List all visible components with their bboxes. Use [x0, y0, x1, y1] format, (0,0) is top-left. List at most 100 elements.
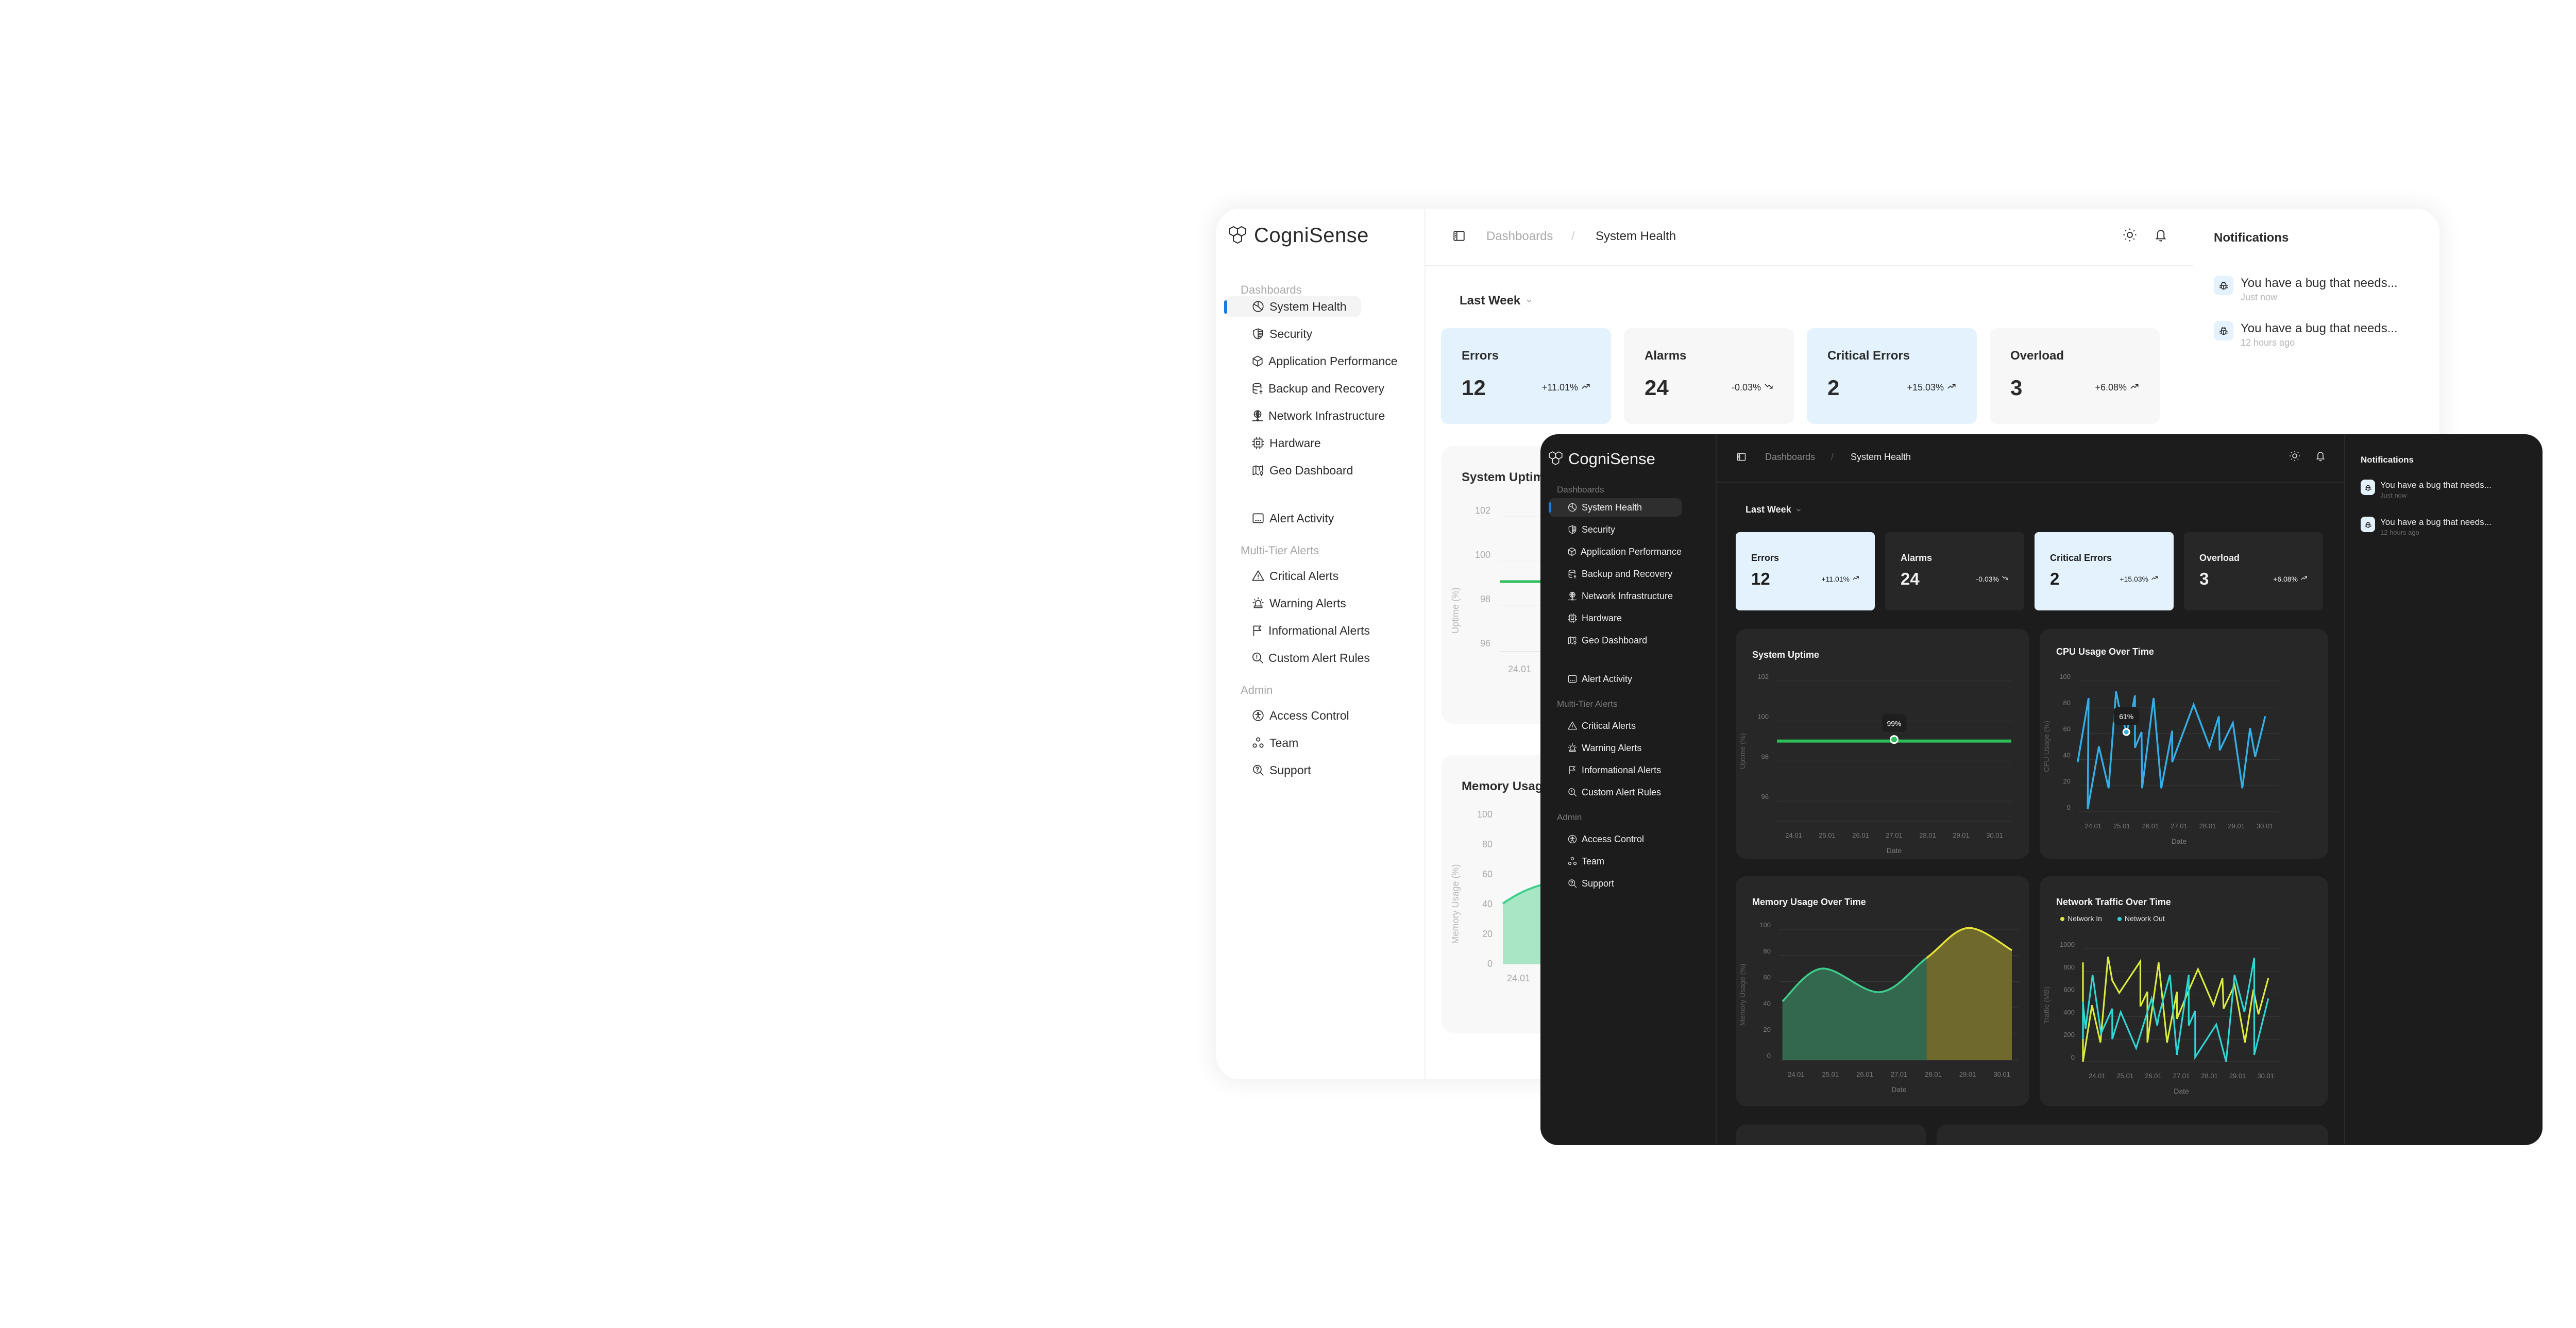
memory-chart: 0 20 40 60 80 100 24.01 25.01 26.01 27.01 28.01 29.…	[1738, 921, 2019, 1094]
notification-text: You have a bug that needs...	[2241, 321, 2398, 335]
bell-icon[interactable]	[2314, 450, 2327, 465]
stat-value: 3	[2010, 376, 2023, 400]
sidebar-item-custom-alert-rules[interactable]: Custom Alert Rules	[1225, 648, 1370, 668]
sidebar-item-informational-alerts[interactable]: Informational Alerts	[1549, 761, 1682, 779]
x-tick-label: 30.01	[1986, 831, 2003, 839]
y-axis-label: Memory Usage (%)	[1450, 864, 1461, 944]
x-tick-label: 24.01	[1785, 831, 1802, 839]
search-help-icon	[1251, 763, 1265, 777]
sidebar-item-informational-alerts[interactable]: Informational Alerts	[1225, 620, 1370, 641]
network-chart: 0 200 400 600 800 1000 24.01 25.01 26.01 27.01 28.…	[2042, 941, 2280, 1095]
x-tick-label: 28.01	[2199, 822, 2216, 830]
sidebar-item-warning-alerts[interactable]: Warning Alerts	[1225, 593, 1361, 614]
y-tick-label: 98	[1761, 753, 1769, 760]
cube-icon	[1251, 354, 1264, 368]
date-range-dropdown[interactable]: Last Week	[1460, 294, 1533, 308]
logo[interactable]: CogniSense	[1548, 450, 1655, 468]
sidebar-item-system-health[interactable]: System Health	[1224, 296, 1361, 317]
sidebar-item-support[interactable]: Support	[1549, 874, 1682, 893]
sidebar-toggle-icon[interactable]	[1736, 452, 1747, 465]
sun-icon[interactable]	[2122, 227, 2138, 245]
sidebar-item-hardware[interactable]: Hardware	[1225, 433, 1361, 453]
date-range-value: Last Week	[1745, 504, 1791, 515]
sidebar-item-access-control[interactable]: Access Control	[1225, 705, 1361, 726]
sidebar-item-application-performance[interactable]: Application Performance	[1225, 351, 1398, 371]
x-tick-label: 30.01	[2257, 822, 2274, 830]
y-axis-label: Uptime (%)	[1450, 587, 1461, 634]
search-help-icon	[1566, 877, 1579, 890]
notification-item[interactable]: You have a bug that needs... 12 hours ago	[2214, 321, 2398, 349]
sidebar-item-alert-activity[interactable]: Alert Activity	[1225, 508, 1361, 529]
sidebar-item-backup-and-recovery[interactable]: Backup and Recovery	[1549, 565, 1682, 583]
breadcrumb-dashboards[interactable]: Dashboards	[1486, 229, 1553, 244]
x-tick-label: 28.01	[1925, 1070, 1942, 1078]
siren-icon	[1251, 596, 1265, 610]
sidebar-item-label: System Health	[1582, 502, 1642, 513]
logo-hexagons-icon	[1549, 451, 1563, 465]
x-axis-label: Date	[2174, 1087, 2189, 1095]
notification-item[interactable]: You have a bug that needs... Just now	[2214, 276, 2398, 303]
sidebar-item-geo-dashboard[interactable]: Geo Dashboard	[1549, 631, 1682, 650]
y-tick: 98	[1480, 594, 1490, 604]
y-tick: 96	[1480, 638, 1490, 649]
sidebar-item-system-health[interactable]: System Health	[1549, 498, 1682, 517]
bug-icon	[2214, 276, 2233, 295]
stat-value: 24	[1901, 569, 1920, 588]
logo[interactable]: CogniSense	[1227, 224, 1369, 247]
sidebar-item-critical-alerts[interactable]: Critical Alerts	[1549, 717, 1682, 735]
breadcrumb-separator: /	[1831, 452, 1834, 462]
sidebar-item-security[interactable]: Security	[1549, 520, 1682, 539]
x-tick-label: 29.01	[1959, 1070, 1976, 1078]
stat-card-errors[interactable]: Errors 12 +11.01%	[1441, 328, 1611, 424]
stat-card-alarms[interactable]: Alarms 24 -0.03%	[1885, 532, 2024, 610]
bug-icon	[2214, 321, 2233, 340]
x-tick-label: 26.01	[2142, 822, 2159, 830]
database-upload-icon	[1251, 381, 1264, 396]
breadcrumb-dashboards[interactable]: Dashboards	[1765, 452, 1815, 463]
date-range-dropdown[interactable]: Last Week	[1745, 504, 1802, 515]
stat-card-critical-errors[interactable]: Critical Errors 2 +15.03%	[2035, 532, 2174, 610]
sidebar-item-access-control[interactable]: Access Control	[1549, 830, 1682, 848]
sidebar-item-hardware[interactable]: Hardware	[1549, 609, 1682, 627]
x-axis-label: Date	[2172, 837, 2187, 845]
y-tick-label: 0	[1767, 1052, 1771, 1060]
stat-delta-value: -0.03%	[1976, 574, 1999, 583]
stat-card-overload[interactable]: Overload 3 +6.08%	[2184, 532, 2323, 610]
notification-item[interactable]: You have a bug that needs... 12 hours ago	[2361, 517, 2492, 537]
stat-card-errors[interactable]: Errors 12 +11.01%	[1736, 532, 1875, 610]
sun-icon[interactable]	[2289, 450, 2301, 465]
notification-item[interactable]: You have a bug that needs... Just now	[2361, 480, 2492, 500]
sidebar-item-label: Team	[1269, 736, 1299, 750]
sidebar-item-label: Critical Alerts	[1582, 720, 1636, 731]
stat-title: Critical Errors	[1827, 349, 1910, 363]
y-tick: 80	[1482, 839, 1493, 849]
sidebar-item-network-infrastructure[interactable]: Network Infrastructure	[1225, 405, 1385, 426]
sidebar-item-team[interactable]: Team	[1549, 852, 1682, 871]
sidebar-item-geo-dashboard[interactable]: Geo Dashboard	[1225, 460, 1361, 481]
sidebar-item-alert-activity[interactable]: Alert Activity	[1549, 670, 1682, 688]
uptime-chart: 96 98 100 102 24.01 25.01 26.01 27.01 28.01 29.01…	[1738, 673, 2011, 855]
bell-icon[interactable]	[2153, 227, 2168, 245]
trend-up-icon	[2130, 382, 2139, 394]
flag-icon	[1251, 623, 1264, 638]
sidebar-item-custom-alert-rules[interactable]: Custom Alert Rules	[1549, 783, 1682, 802]
cube-icon	[1566, 546, 1578, 558]
sidebar-item-warning-alerts[interactable]: Warning Alerts	[1549, 739, 1682, 757]
sidebar-item-security[interactable]: Security	[1225, 324, 1361, 344]
sidebar-item-backup-and-recovery[interactable]: Backup and Recovery	[1225, 378, 1384, 399]
sidebar-item-critical-alerts[interactable]: Critical Alerts	[1225, 566, 1361, 586]
warning-triangle-icon	[1251, 569, 1265, 583]
sidebar-item-application-performance[interactable]: Application Performance	[1549, 542, 1682, 561]
sidebar-item-team[interactable]: Team	[1225, 733, 1361, 753]
x-tick: 24.01	[1507, 973, 1530, 983]
sidebar-item-network-infrastructure[interactable]: Network Infrastructure	[1549, 587, 1682, 605]
globe-network-icon	[1251, 408, 1264, 423]
sidebar-item-label: Alert Activity	[1269, 511, 1334, 525]
sidebar-item-support[interactable]: Support	[1225, 760, 1361, 780]
stat-card-critical-errors[interactable]: Critical Errors 2 +15.03%	[1807, 328, 1977, 424]
sidebar-toggle-icon[interactable]	[1452, 229, 1466, 245]
stat-card-overload[interactable]: Overload 3 +6.08%	[1990, 328, 2160, 424]
header: Dashboards / System Health	[1717, 434, 2344, 483]
sidebar-item-label: Backup and Recovery	[1582, 568, 1673, 579]
stat-card-alarms[interactable]: Alarms 24 -0.03%	[1624, 328, 1794, 424]
